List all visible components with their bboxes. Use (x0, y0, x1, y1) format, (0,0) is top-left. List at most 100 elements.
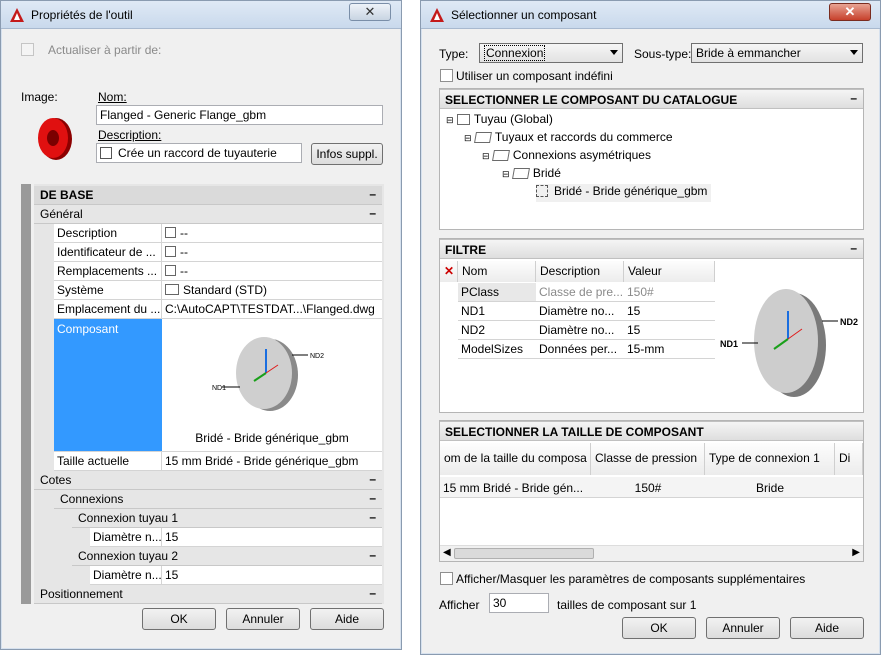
description-field[interactable]: Crée un raccord de tuyauterie (96, 143, 302, 163)
property-grid: DE BASE – Général – Description -- Identif… (34, 184, 384, 604)
display-label: Afficher (439, 598, 480, 612)
property-name: Remplacements ... (54, 262, 162, 280)
property-row[interactable]: Diamètre n... 15 (90, 528, 382, 547)
group-base[interactable]: DE BASE – (34, 186, 382, 205)
property-name: Identificateur de ... (54, 243, 162, 261)
composant-preview: ND2 ND1 Bridé - Bride générique_gbm (162, 319, 382, 451)
display-count-field[interactable]: 30 (489, 593, 549, 613)
catalog-header[interactable]: SELECTIONNER LE COMPOSANT DU CATALOGUE – (440, 89, 863, 109)
tree-node-flanged[interactable]: ⊟ Bridé (502, 166, 561, 184)
property-name: Taille actuelle (54, 452, 162, 470)
ok-button[interactable]: OK (142, 608, 216, 630)
property-value: C:\AutoCAPT\TESTDAT...\Flanged.dwg (165, 302, 375, 316)
property-value: 15 mm Bridé - Bride générique_gbm (165, 454, 359, 468)
close-button[interactable]: ✕ (349, 3, 391, 21)
clear-filter-icon[interactable]: ✕ (440, 261, 458, 282)
col-di[interactable]: Di (835, 443, 863, 475)
nd2-label: ND2 (840, 317, 858, 327)
property-row[interactable]: Diamètre n... 15 (90, 566, 382, 585)
type-dropdown[interactable]: Connexion (479, 43, 623, 63)
name-field[interactable]: Flanged - Generic Flange_gbm (96, 105, 383, 125)
edit-icon (100, 147, 112, 159)
size-table-header: om de la taille du composa Classe de pre… (440, 443, 863, 475)
group-positionnement[interactable]: Positionnement – (34, 585, 382, 604)
update-from-checkbox[interactable] (21, 43, 34, 56)
tool-properties-dialog: Propriétés de l'outil ✕ Actualiser à par… (0, 0, 402, 650)
filter-header[interactable]: FILTRE – (440, 239, 863, 259)
autocad-logo-icon (430, 8, 444, 22)
filter-row[interactable]: ND1 Diamètre no... 15 (458, 302, 715, 321)
calc-icon (165, 227, 176, 238)
scroll-left-icon: ◀ (443, 547, 451, 558)
dialog-title: Sélectionner un composant (451, 8, 597, 22)
folder-open-icon (511, 168, 530, 180)
cancel-button[interactable]: Annuler (706, 617, 780, 639)
calc-icon (165, 265, 176, 276)
col-pressure[interactable]: Classe de pression (591, 443, 705, 475)
filter-panel: FILTRE – ✕ Nom Description Valeur PClass … (439, 238, 864, 413)
undefined-component-checkbox[interactable] (440, 69, 453, 82)
description-value: Crée un raccord de tuyauterie (118, 146, 277, 160)
group-connexion-1[interactable]: Connexion tuyau 1– (72, 509, 382, 528)
property-name: Système (54, 281, 162, 299)
select-component-dialog: Sélectionner un composant ✕ Type: Connex… (420, 0, 881, 655)
group-connexion-2[interactable]: Connexion tuyau 2– (72, 547, 382, 566)
group-connexions[interactable]: Connexions – (54, 490, 382, 509)
tree-node-generic-flange[interactable]: Bridé - Bride générique_gbm (536, 184, 712, 202)
property-value: -- (162, 243, 382, 261)
component-icon (536, 185, 548, 197)
ok-button[interactable]: OK (622, 617, 696, 639)
undefined-component-label: Utiliser un composant indéfini (456, 69, 613, 83)
property-name: Emplacement du ... (54, 300, 162, 318)
filter-table-header: ✕ Nom Description Valeur (440, 261, 715, 282)
filter-row[interactable]: ND2 Diamètre no... 15 (458, 321, 715, 340)
scroll-right-icon: ▶ (852, 547, 860, 558)
property-row[interactable]: Emplacement du ... C:\AutoCAPT\TESTDAT..… (54, 300, 382, 319)
property-row[interactable]: Remplacements ... -- (54, 262, 382, 281)
property-row[interactable]: Taille actuelle 15 mm Bridé - Bride géné… (54, 452, 382, 471)
folder-open-icon (473, 132, 492, 144)
show-hide-params-checkbox[interactable] (440, 572, 453, 585)
filter-row[interactable]: ModelSizes Données per... 15-mm (458, 340, 715, 359)
filter-row[interactable]: PClass Classe de pre... 150# (458, 283, 715, 302)
size-header[interactable]: SELECTIONNER LA TAILLE DE COMPOSANT (440, 421, 863, 441)
subtype-dropdown[interactable]: Bride à emmancher (691, 43, 863, 63)
title-bar[interactable]: Sélectionner un composant ✕ (421, 1, 880, 29)
property-row[interactable]: Identificateur de ... -- (54, 243, 382, 262)
col-valeur[interactable]: Valeur (624, 261, 715, 282)
catalog-panel: SELECTIONNER LE COMPOSANT DU CATALOGUE – … (439, 88, 864, 230)
horizontal-scrollbar[interactable]: ◀ ▶ (440, 545, 863, 561)
flange-preview-icon: ND2 ND1 (720, 289, 858, 397)
type-label: Type: (439, 47, 469, 61)
property-row[interactable]: Description -- (54, 224, 382, 243)
help-button[interactable]: Aide (790, 617, 864, 639)
col-nom[interactable]: Nom (458, 261, 536, 282)
close-button[interactable]: ✕ (829, 3, 871, 21)
col-connection-type[interactable]: Type de connexion 1 (705, 443, 835, 475)
group-general[interactable]: Général – (34, 205, 382, 224)
tree-node-commerce[interactable]: ⊟ Tuyaux et raccords du commerce (464, 130, 673, 148)
col-size-name[interactable]: om de la taille du composa (440, 443, 591, 475)
tree-node-root[interactable]: ⊟ Tuyau (Global) (446, 112, 553, 130)
property-row[interactable]: Système Standard (STD) (54, 281, 382, 300)
col-description[interactable]: Description (536, 261, 624, 282)
group-cotes[interactable]: Cotes – (34, 471, 382, 490)
system-icon (165, 284, 179, 295)
composant-row[interactable]: Composant ND2 ND1 Bridé - Bride génériqu… (54, 319, 382, 452)
title-bar[interactable]: Propriétés de l'outil ✕ (1, 1, 401, 29)
image-label: Image: (21, 90, 58, 104)
help-button[interactable]: Aide (310, 608, 384, 630)
tree-node-asymmetric[interactable]: ⊟ Connexions asymétriques (482, 148, 651, 166)
property-value: -- (162, 262, 382, 280)
property-grid-scrollbar[interactable] (21, 184, 31, 604)
more-info-button[interactable]: Infos suppl. (311, 143, 383, 165)
nd1-label: ND1 (720, 339, 738, 349)
property-name: Diamètre n... (90, 528, 162, 546)
flange-thumbnail-icon (38, 118, 72, 160)
nd2-label: ND2 (310, 353, 324, 360)
name-label: Nom: (98, 90, 127, 104)
update-from-label: Actualiser à partir de: (48, 43, 162, 57)
property-value: -- (162, 224, 382, 242)
size-row[interactable]: 15 mm Bridé - Bride gén... 150# Bride (440, 477, 863, 498)
cancel-button[interactable]: Annuler (226, 608, 300, 630)
